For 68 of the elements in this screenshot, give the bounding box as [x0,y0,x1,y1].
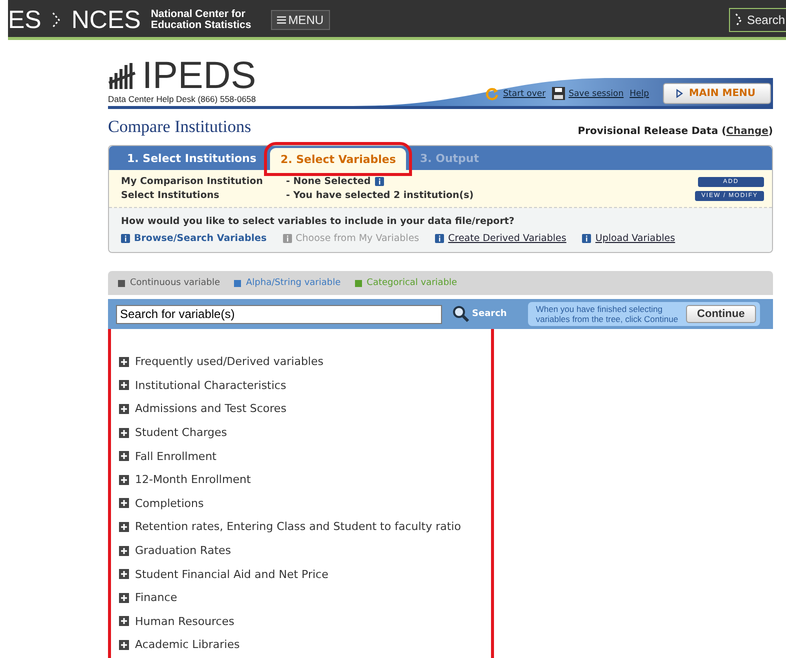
help-desk-text: Data Center Help Desk (866) 558-0658 [108,94,256,104]
tree-item[interactable]: Human Resources [135,614,234,628]
expand-icon[interactable] [119,569,129,580]
brand-name: ES [8,6,42,34]
header-link[interactable]: Start over [485,86,546,100]
tree-item[interactable]: Admissions and Test Scores [135,402,286,416]
search-button[interactable]: Search [728,8,786,32]
expand-icon[interactable] [119,546,129,556]
chevron-icon [51,11,62,29]
tree-item[interactable]: Retention rates, Entering Class and Student to faculty ratio [135,520,461,534]
menu-button[interactable]: MENU [271,10,330,30]
info-icon [282,234,292,243]
expand-icon[interactable] [119,380,129,390]
tree-item[interactable]: Student Charges [135,426,228,440]
legend-label: Categorical variable [366,278,458,288]
logo-icon [108,61,138,91]
expand-icon[interactable] [119,474,129,485]
search-icon [452,305,470,323]
search-field[interactable]: Search for variable(s) [116,304,442,324]
tree-item[interactable]: Fall Enrollment [135,450,216,463]
play-icon [676,89,683,98]
tree-item[interactable]: 12-Month Enrollment [135,473,251,486]
menu-icon [277,16,286,24]
selection-value: - You have selected 2 institution(s) [286,190,474,201]
method-link[interactable]: Browse/Search Variables [121,233,267,244]
brand-subtitle: National Center for Education Statistics [150,9,252,31]
tree-item[interactable]: Institutional Characteristics [135,378,286,392]
continue-button[interactable]: Continue [686,305,756,323]
expand-icon[interactable] [119,404,129,414]
tree-item[interactable]: Academic Libraries [135,638,240,652]
expand-icon[interactable] [119,451,129,462]
info-icon [374,177,384,186]
expand-icon[interactable] [119,616,129,626]
info-icon [582,234,592,243]
expand-icon[interactable] [119,356,129,367]
expand-icon[interactable] [119,498,129,508]
tree-item[interactable]: Frequently used/Derived variables [135,355,324,368]
expand-icon[interactable] [119,592,129,603]
method-link[interactable]: Upload Variables [582,233,676,244]
release-label: Provisional Release Data [578,126,720,137]
hint-text: When you have finished selecting variables from the tree, click Continue [536,304,678,324]
tree-item[interactable]: Graduation Rates [135,544,232,558]
refresh-icon [485,86,500,100]
step-tab[interactable]: 1. Select Institutions [117,146,266,170]
page-title: Compare Institutions [108,117,252,137]
info-icon [121,234,130,243]
change-link[interactable]: Change [726,126,768,137]
parenthesis: ( [722,126,726,137]
legend-label: Continuous variable [130,278,220,288]
logo-text: IPEDS [142,58,256,94]
selection-value: - None Selected [286,176,371,187]
question-text: How would you like to select variables to include in your data file/report? [121,216,516,227]
step-tab[interactable]: 2. Select Variables [270,148,406,170]
tree-item[interactable]: Completions [135,496,204,510]
selection-label: My Comparison Institution [121,176,264,187]
brand-name: NCES [71,6,141,34]
legend-label: Alpha/String variable [246,278,341,288]
header-link[interactable]: Save session [552,87,624,100]
selection-label: Select Institutions [121,190,220,201]
info-icon [435,234,444,243]
expand-icon[interactable] [119,428,129,438]
expand-icon[interactable] [119,640,129,650]
header-link[interactable]: Help [630,88,649,98]
tree-item[interactable]: Student Financial Aid and Net Price [135,568,328,581]
tree-item[interactable]: Finance [135,591,178,604]
method-link[interactable]: Create Derived Variables [435,233,566,244]
expand-icon[interactable] [119,522,129,532]
parenthesis: ) [768,126,773,137]
